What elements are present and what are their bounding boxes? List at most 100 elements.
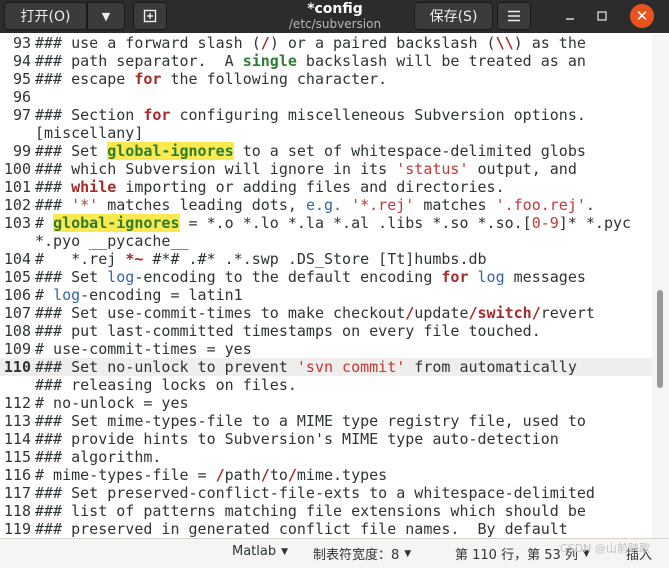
- close-icon: ✕: [635, 7, 649, 25]
- line-number: 110: [3, 358, 31, 376]
- code-line[interactable]: 108 ### put last-committed timestamps on …: [0, 322, 652, 340]
- code-token: ### put last-committed timestamps on eve…: [35, 322, 541, 340]
- line-text: ### Set log-encoding to the default enco…: [31, 268, 652, 286]
- line-text: ### Set global-ignores to a set of white…: [31, 142, 652, 160]
- code-line[interactable]: 119 ### preserved in generated conflict f…: [0, 520, 652, 538]
- code-line[interactable]: ### releasing locks on files.: [0, 376, 652, 394]
- code-line[interactable]: 99 ### Set global-ignores to a set of whi…: [0, 142, 652, 160]
- code-token: -encoding to the default encoding: [134, 268, 442, 286]
- line-text: *.pyo __pycache__: [31, 232, 652, 250]
- line-text: # mime-types-file = /path/to/mime.types: [31, 466, 652, 484]
- code-token: \\: [495, 34, 514, 52]
- line-number: 96: [12, 88, 31, 106]
- code-line[interactable]: 102 ### '*' matches leading dots, e.g. '*…: [0, 196, 652, 214]
- code-token: ### escape: [35, 70, 135, 88]
- line-number: 97: [12, 106, 31, 124]
- open-button[interactable]: 打开(O): [4, 2, 87, 30]
- code-line[interactable]: [miscellany]: [0, 124, 652, 142]
- code-line[interactable]: *.pyo __pycache__: [0, 232, 652, 250]
- close-button[interactable]: ✕: [630, 4, 654, 28]
- code-line[interactable]: 97 ### Section for configuring miscellene…: [0, 106, 652, 124]
- code-token: for: [134, 70, 162, 88]
- line-number: 118: [3, 502, 31, 520]
- new-document-icon: [143, 9, 157, 23]
- line-number: 95: [12, 70, 31, 88]
- line-number: 106: [3, 286, 31, 304]
- code-token: ### Set mime-types-file to a MIME type r…: [35, 412, 586, 430]
- line-number: 107: [3, 304, 31, 322]
- code-line[interactable]: 116 # mime-types-file = /path/to/mime.typ…: [0, 466, 652, 484]
- chevron-down-icon: ▼: [281, 546, 289, 557]
- line-text: ### Section for configuring miscelleneou…: [31, 106, 652, 124]
- code-token: global-ignores: [107, 142, 234, 160]
- line-text: ### Set preserved-conflict-file-exts to …: [31, 484, 652, 502]
- code-token: ### list of patterns matching file exten…: [35, 502, 586, 520]
- code-line[interactable]: 112 # no-unlock = yes: [0, 394, 652, 412]
- code-line[interactable]: 95 ### escape for the following character…: [0, 70, 652, 88]
- code-line[interactable]: 117 ### Set preserved-conflict-file-exts …: [0, 484, 652, 502]
- code-token: 0-9: [531, 214, 559, 232]
- line-number: 99: [12, 142, 31, 160]
- code-token: while: [71, 178, 117, 196]
- scrollbar-thumb[interactable]: [657, 290, 663, 388]
- language-label: Matlab: [232, 544, 277, 559]
- code-token: ### Set preserved-conflict-file-exts to …: [35, 484, 595, 502]
- line-text: ### while importing or adding files and …: [31, 178, 652, 196]
- code-token: /: [468, 304, 478, 322]
- code-line[interactable]: 113 ### Set mime-types-file to a MIME typ…: [0, 412, 652, 430]
- line-number: [0, 232, 31, 250]
- code-line[interactable]: 118 ### list of patterns matching file ex…: [0, 502, 652, 520]
- line-text: ### '*' matches leading dots, e.g. '*.re…: [31, 196, 652, 214]
- code-line[interactable]: 114 ### provide hints to Subversion's MIM…: [0, 430, 652, 448]
- maximize-button[interactable]: [590, 4, 614, 28]
- code-token: matches: [414, 196, 496, 214]
- code-line[interactable]: 94 ### path separator. A single backslash…: [0, 52, 652, 70]
- code-token: ### preserved in generated conflict file…: [35, 520, 568, 538]
- code-token: ### algorithm.: [35, 448, 162, 466]
- code-line[interactable]: 103 # global-ignores = *.o *.lo *.la *.al…: [0, 214, 652, 232]
- code-token: # mime-types-file =: [35, 466, 216, 484]
- code-token: /: [260, 34, 270, 52]
- code-line[interactable]: 93 ### use a forward slash (/) or a paire…: [0, 34, 652, 52]
- minimize-button[interactable]: [558, 4, 582, 28]
- menu-button[interactable]: [497, 2, 531, 30]
- code-line[interactable]: 115 ### algorithm.: [0, 448, 652, 466]
- code-line[interactable]: 107 ### Set use-commit-times to make chec…: [0, 304, 652, 322]
- code-token: mime.types: [296, 466, 388, 484]
- code-line[interactable]: 100 ### which Subversion will ignore in i…: [0, 160, 652, 178]
- line-text: ### provide hints to Subversion's MIME t…: [31, 430, 652, 448]
- text-editor[interactable]: 93 ### use a forward slash (/) or a paire…: [0, 34, 652, 538]
- code-line[interactable]: 101 ### while importing or adding files a…: [0, 178, 652, 196]
- line-text: [miscellany]: [31, 124, 652, 142]
- code-line[interactable]: 109 # use-commit-times = yes: [0, 340, 652, 358]
- code-token: /: [215, 466, 225, 484]
- code-token: /: [260, 466, 270, 484]
- code-token: the following character.: [161, 70, 388, 88]
- code-token: ]* *.pyc: [558, 214, 632, 232]
- line-text: # log-encoding = latin1: [31, 286, 652, 304]
- line-text: # use-commit-times = yes: [31, 340, 652, 358]
- code-token: 'status': [396, 160, 469, 178]
- code-token: /: [531, 304, 541, 322]
- document-title: *config: [307, 1, 363, 17]
- code-token: #*# .#* .*.swp .DS_Store [Tt]humbs.db: [143, 250, 487, 268]
- code-line[interactable]: 96: [0, 88, 652, 106]
- code-line[interactable]: 104 # *.rej *~ #*# .#* .*.swp .DS_Store […: [0, 250, 652, 268]
- line-text: ### path separator. A single backslash w…: [31, 52, 652, 70]
- vertical-scrollbar[interactable]: [652, 34, 669, 538]
- line-number: 112: [3, 394, 31, 412]
- tab-width-selector[interactable]: 制表符宽度：8 ▼: [313, 544, 411, 563]
- code-line[interactable]: 105 ### Set log-encoding to the default e…: [0, 268, 652, 286]
- save-button[interactable]: 保存(S): [414, 2, 493, 30]
- new-tab-button[interactable]: [133, 2, 167, 30]
- code-line[interactable]: 110 ### Set no-unlock to prevent 'svn com…: [0, 358, 652, 376]
- code-token: # no-unlock = yes: [35, 394, 189, 412]
- open-dropdown-button[interactable]: ▼: [87, 2, 125, 30]
- line-text: [31, 88, 652, 106]
- language-selector[interactable]: Matlab ▼: [232, 544, 288, 559]
- code-token: revert: [540, 304, 595, 322]
- code-token: matches leading dots,: [98, 196, 306, 214]
- line-number: 104: [3, 250, 31, 268]
- code-line[interactable]: 106 # log-encoding = latin1: [0, 286, 652, 304]
- code-token: output, and: [468, 160, 577, 178]
